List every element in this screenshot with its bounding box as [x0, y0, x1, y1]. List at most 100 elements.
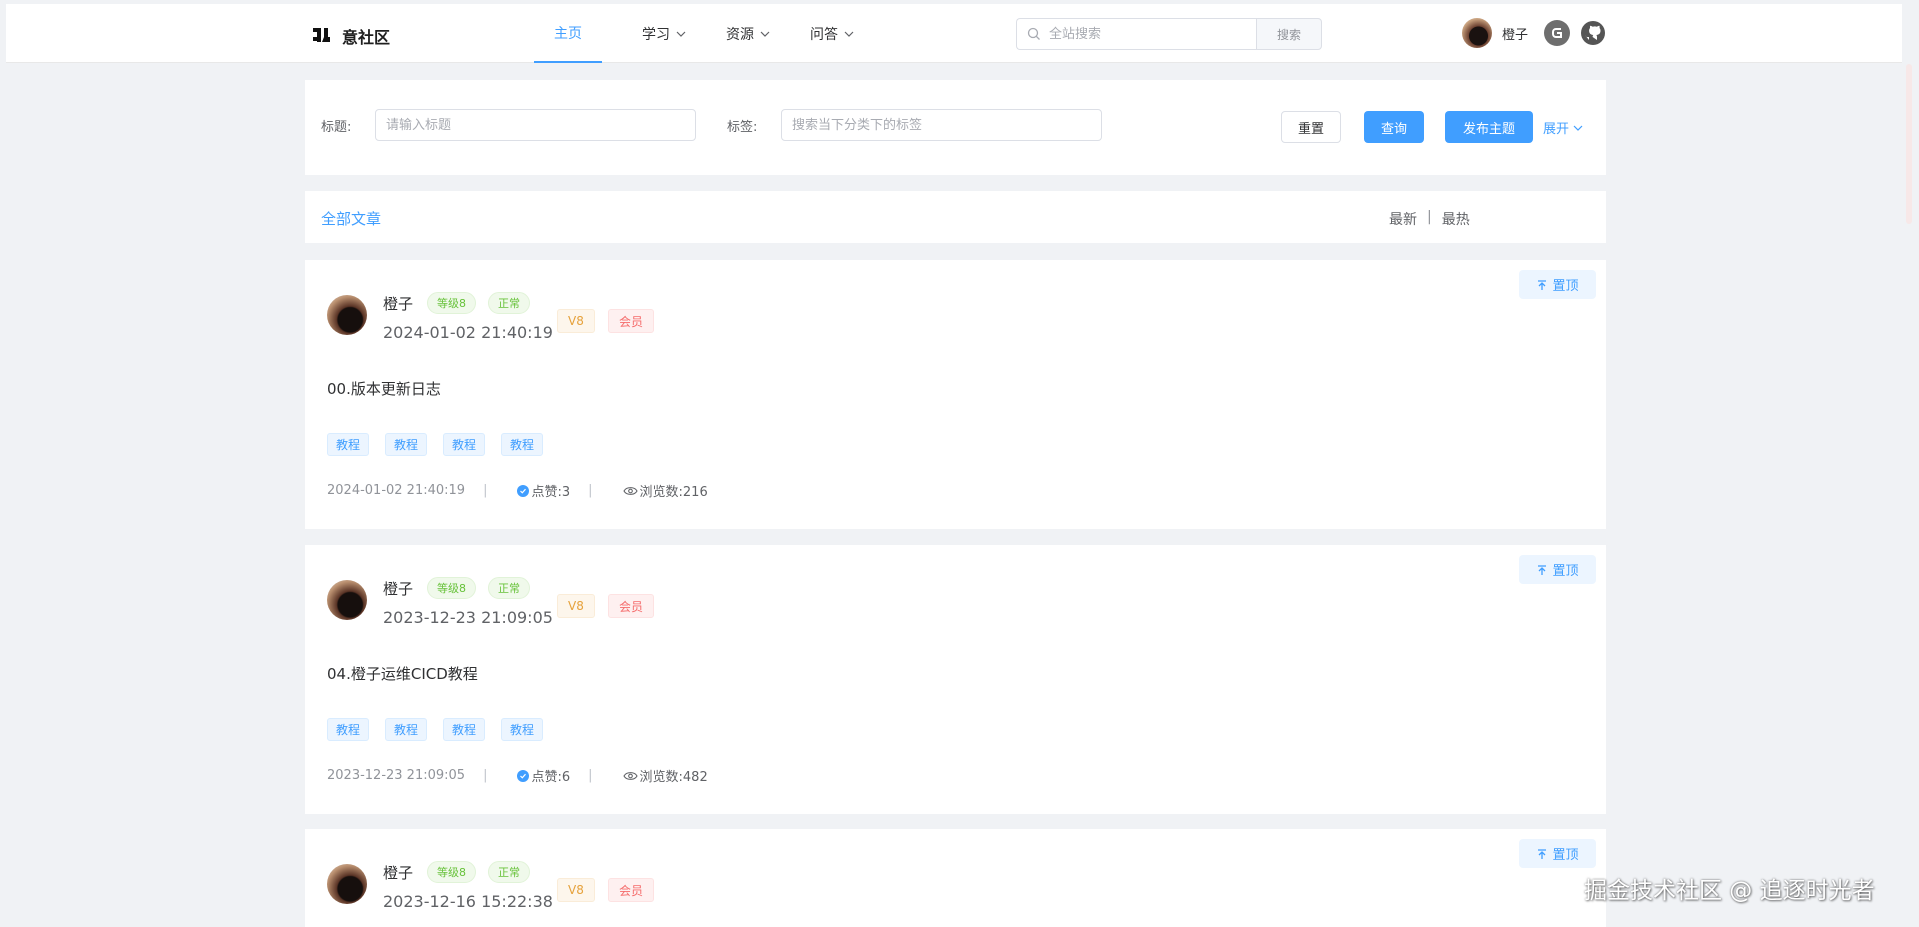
- expand-label: 展开: [1543, 122, 1570, 137]
- vip-badge: V8: [557, 594, 595, 618]
- main-nav: 主页 学习 资源 问答: [534, 4, 874, 63]
- pin-button[interactable]: 置顶: [1519, 270, 1596, 299]
- sort-options: 最新 | 最热: [1389, 209, 1470, 229]
- pin-button[interactable]: 置顶: [1519, 555, 1596, 584]
- nav-home[interactable]: 主页: [534, 4, 602, 63]
- vip-badge: V8: [557, 878, 595, 902]
- logo-text: 意社区: [342, 28, 391, 47]
- tag-input[interactable]: [781, 109, 1102, 141]
- post-card[interactable]: 置顶 橙子 等级8 正常 V8 会员 2023-12-16 15:22:38: [305, 829, 1606, 927]
- author-avatar[interactable]: [327, 580, 367, 620]
- view-label: 浏览数:482: [639, 770, 708, 785]
- user-area: 橙子: [1462, 18, 1606, 48]
- meta-separator: |: [483, 768, 488, 783]
- eye-icon: [622, 771, 638, 780]
- post-tag[interactable]: 教程: [501, 718, 544, 741]
- article-tabs-bar: 全部文章 最新 | 最热: [305, 191, 1606, 243]
- like-check-icon: [517, 769, 530, 782]
- tab-all-articles[interactable]: 全部文章: [321, 208, 381, 229]
- author-avatar[interactable]: [327, 295, 367, 335]
- level-badge: 等级8: [427, 292, 476, 314]
- like-check-icon: [517, 484, 530, 497]
- post-title[interactable]: 00.版本更新日志: [327, 378, 441, 399]
- member-badge: 会员: [608, 309, 655, 333]
- post-tag[interactable]: 教程: [443, 433, 486, 456]
- reset-button[interactable]: 重置: [1281, 111, 1341, 143]
- top-header: 意社区 主页 学习 资源 问答 搜索 橙子: [6, 4, 1902, 63]
- post-tag[interactable]: 教程: [327, 433, 370, 456]
- search-icon: [1027, 27, 1040, 40]
- nav-qa[interactable]: 问答: [790, 4, 874, 63]
- publish-button[interactable]: 发布主题: [1445, 111, 1533, 143]
- title-input[interactable]: [375, 109, 696, 141]
- post-tags: 教程 教程 教程 教程: [327, 718, 544, 741]
- search-input[interactable]: [1047, 25, 1237, 43]
- like-count[interactable]: 点赞:6: [517, 766, 570, 785]
- sort-latest[interactable]: 最新: [1389, 209, 1417, 229]
- title-label: 标题:: [321, 120, 352, 135]
- post-meta: 2024-01-02 21:40:19 | 点赞:3 | 浏览数:216: [327, 481, 708, 500]
- logo-icon: [312, 26, 334, 46]
- status-badge: 正常: [488, 577, 530, 599]
- sort-hottest[interactable]: 最热: [1442, 209, 1470, 229]
- post-time: 2024-01-02 21:40:19: [383, 323, 553, 342]
- github-icon[interactable]: [1580, 20, 1606, 46]
- author-avatar[interactable]: [327, 864, 367, 904]
- search-field: [1016, 18, 1256, 50]
- pin-button[interactable]: 置顶: [1519, 839, 1596, 868]
- chevron-down-icon: [1573, 125, 1583, 131]
- like-count[interactable]: 点赞:3: [517, 481, 570, 500]
- author-name[interactable]: 橙子: [383, 578, 413, 599]
- post-tag[interactable]: 教程: [501, 433, 544, 456]
- meta-separator: |: [588, 483, 593, 498]
- post-tag[interactable]: 教程: [443, 718, 486, 741]
- level-badge: 等级8: [427, 577, 476, 599]
- post-tag[interactable]: 教程: [385, 433, 428, 456]
- post-tag[interactable]: 教程: [385, 718, 428, 741]
- scrollbar[interactable]: [1906, 64, 1912, 224]
- nav-learn[interactable]: 学习: [622, 4, 706, 63]
- view-count: 浏览数:482: [622, 766, 708, 785]
- chevron-down-icon: [760, 31, 770, 37]
- site-logo[interactable]: 意社区: [312, 24, 390, 48]
- level-badge: 等级8: [427, 861, 476, 883]
- member-badge: 会员: [608, 878, 655, 902]
- search-button[interactable]: 搜索: [1256, 18, 1322, 50]
- view-count: 浏览数:216: [622, 481, 708, 500]
- nav-qa-label: 问答: [810, 26, 838, 43]
- nav-resources[interactable]: 资源: [706, 4, 790, 63]
- user-avatar[interactable]: [1462, 18, 1492, 48]
- watermark: 掘金技术社区 @ 追逐时光者: [1584, 878, 1875, 904]
- post-date: 2023-12-23 21:09:05: [327, 768, 466, 783]
- tag-label: 标签:: [727, 120, 758, 135]
- nav-home-label: 主页: [554, 25, 582, 42]
- chevron-down-icon: [844, 31, 854, 37]
- post-meta: 2023-12-23 21:09:05 | 点赞:6 | 浏览数:482: [327, 766, 708, 785]
- post-time: 2023-12-16 15:22:38: [383, 892, 553, 911]
- view-label: 浏览数:216: [639, 485, 708, 500]
- post-card[interactable]: 置顶 橙子 等级8 正常 V8 会员 2023-12-23 21:09:05 0…: [305, 545, 1606, 814]
- query-button[interactable]: 查询: [1364, 111, 1424, 143]
- vip-badge: V8: [557, 309, 595, 333]
- meta-separator: |: [483, 483, 488, 498]
- site-search: 搜索: [1016, 18, 1322, 50]
- post-title[interactable]: 04.橙子运维CICD教程: [327, 663, 478, 684]
- status-badge: 正常: [488, 292, 530, 314]
- filter-panel: 标题: 标签: 重置 查询 发布主题 展开: [305, 80, 1606, 175]
- author-name[interactable]: 橙子: [383, 862, 413, 883]
- pin-label: 置顶: [1552, 564, 1579, 579]
- post-card[interactable]: 置顶 橙子 等级8 正常 V8 会员 2024-01-02 21:40:19 0…: [305, 260, 1606, 529]
- status-badge: 正常: [488, 861, 530, 883]
- member-badge: 会员: [608, 594, 655, 618]
- user-name[interactable]: 橙子: [1502, 24, 1528, 43]
- post-date: 2024-01-02 21:40:19: [327, 483, 466, 498]
- author-name[interactable]: 橙子: [383, 293, 413, 314]
- sort-separator: |: [1427, 209, 1432, 225]
- gitee-icon[interactable]: [1544, 20, 1571, 46]
- post-time: 2023-12-23 21:09:05: [383, 608, 553, 627]
- upload-icon: [1538, 279, 1547, 290]
- upload-icon: [1538, 564, 1547, 575]
- eye-icon: [622, 486, 638, 495]
- post-tag[interactable]: 教程: [327, 718, 370, 741]
- expand-toggle[interactable]: 展开: [1543, 118, 1583, 137]
